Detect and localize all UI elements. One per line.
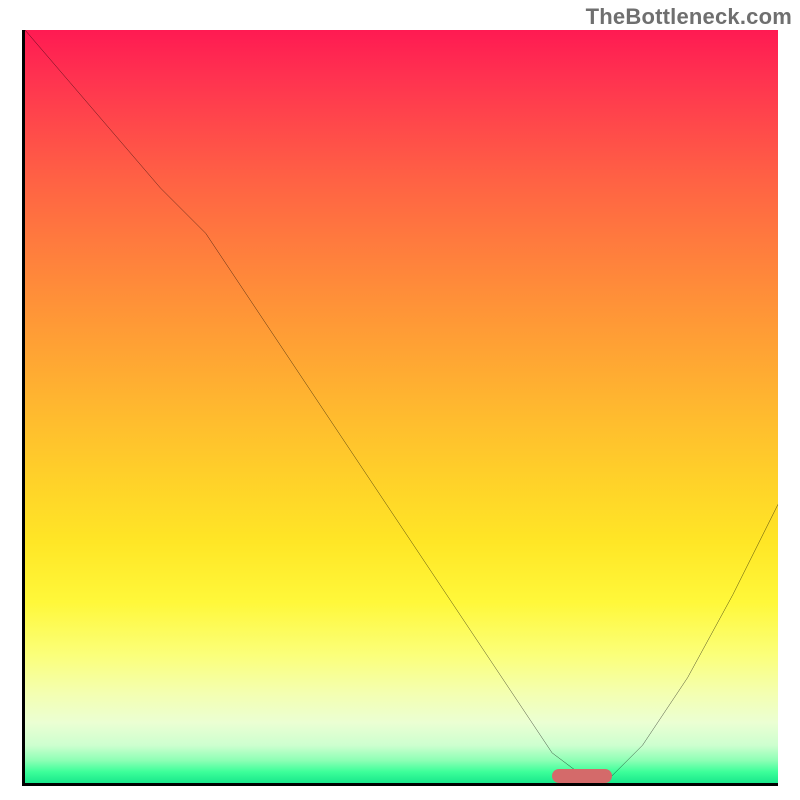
watermark-text: TheBottleneck.com [586,4,792,30]
plot-area [22,30,778,786]
chart-canvas: TheBottleneck.com [0,0,800,800]
bottleneck-curve [25,30,778,783]
optimum-marker [552,769,612,783]
